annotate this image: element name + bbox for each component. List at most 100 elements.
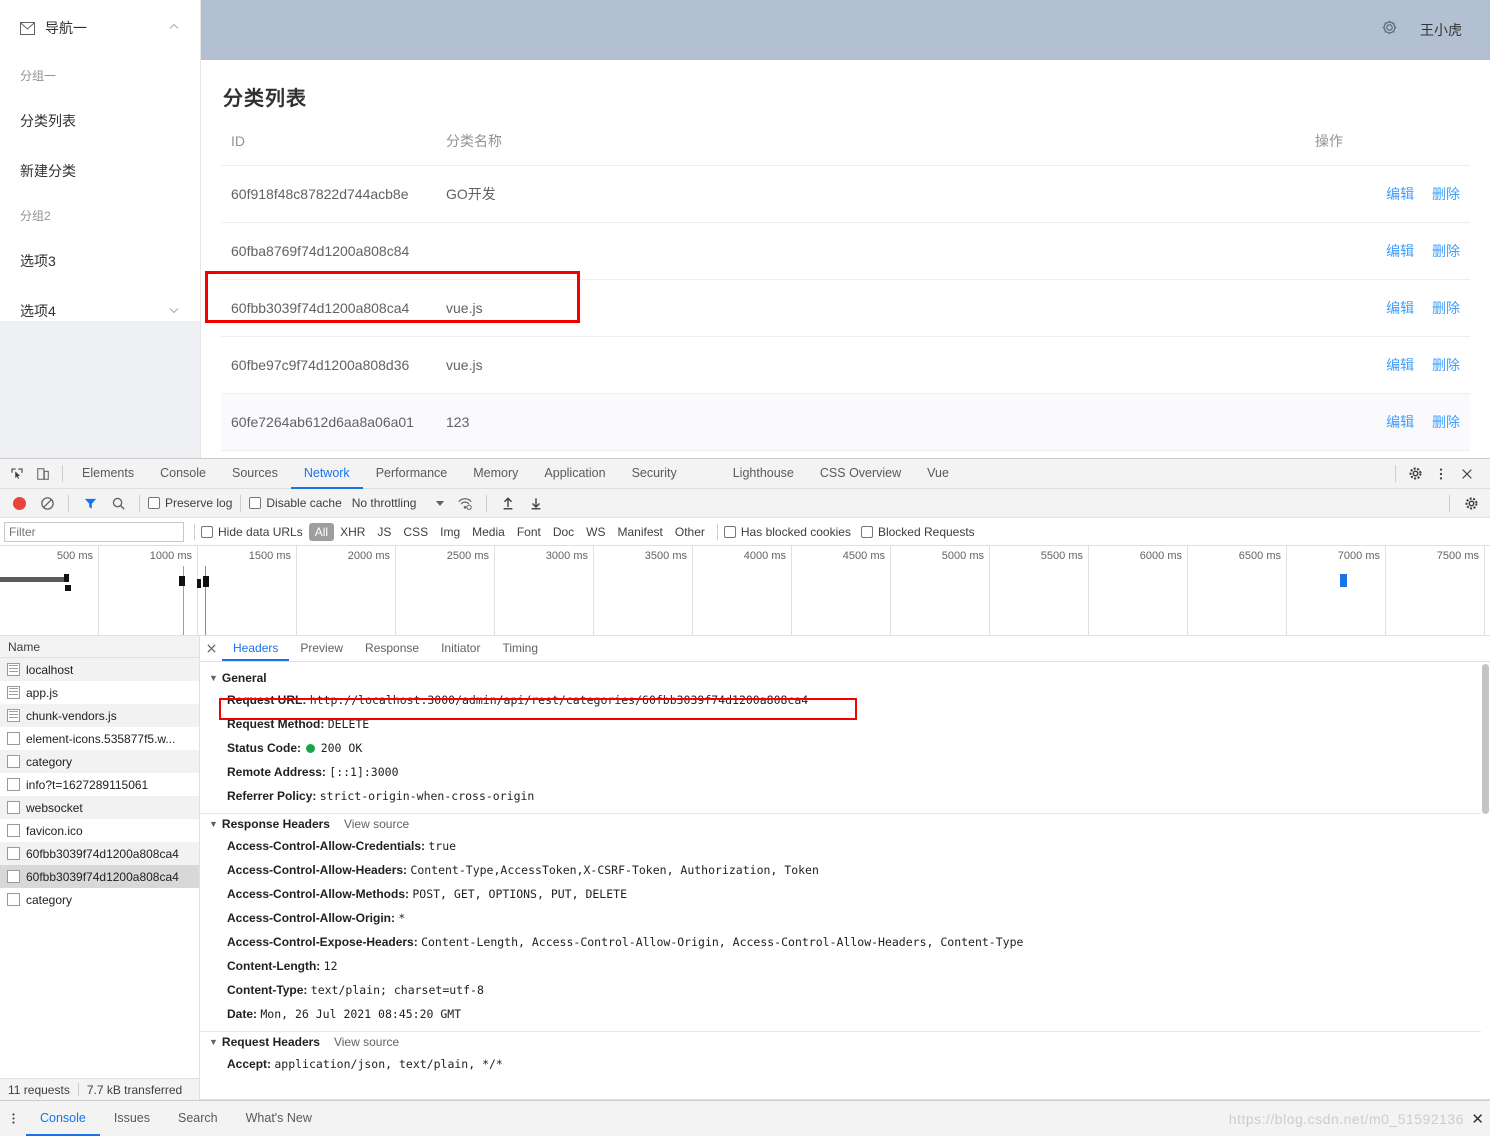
export-har-icon[interactable] [523,491,549,515]
clear-icon[interactable] [34,491,60,515]
toolbar-divider [1449,494,1450,512]
sidebar-item-new-category[interactable]: 新建分类 [0,146,200,196]
delete-button[interactable]: 删除 [1432,414,1460,430]
request-list-item[interactable]: category [0,750,199,773]
file-icon [7,801,20,814]
header-value: http://localhost:3000/admin/api/rest/cat… [309,693,809,707]
filter-type-css[interactable]: CSS [397,523,434,541]
filter-type-ws[interactable]: WS [580,523,611,541]
user-name[interactable]: 王小虎 [1420,20,1462,40]
edit-button[interactable]: 编辑 [1386,414,1414,430]
request-list-item[interactable]: app.js [0,681,199,704]
delete-button[interactable]: 删除 [1432,243,1460,259]
gear-icon[interactable] [1381,19,1398,41]
filter-type-media[interactable]: Media [466,523,511,541]
disable-cache-checkbox[interactable]: Disable cache [249,496,342,510]
tab-application[interactable]: Application [531,459,618,489]
tab-response[interactable]: Response [354,636,430,661]
sidebar-item-option3[interactable]: 选项3 [0,236,200,286]
blocked-requests-checkbox[interactable]: Blocked Requests [860,525,975,539]
filter-icon[interactable] [77,491,103,515]
delete-button[interactable]: 删除 [1432,357,1460,373]
request-list-item[interactable]: localhost [0,658,199,681]
record-icon[interactable] [6,491,32,515]
request-list-item-selected[interactable]: 60fbb3039f74d1200a808ca4 [0,865,199,888]
triangle-down-icon: ▼ [209,819,218,829]
tab-headers[interactable]: Headers [222,636,290,661]
sidebar-group-title-1: 分组一 [20,69,57,83]
filter-type-other[interactable]: Other [669,523,711,541]
request-list-item[interactable]: info?t=1627289115061 [0,773,199,796]
tab-network[interactable]: Network [290,459,363,489]
filter-type-js[interactable]: JS [371,523,397,541]
document-icon [7,663,20,676]
preserve-log-checkbox[interactable]: Preserve log [148,496,232,510]
close-icon[interactable] [1454,462,1480,486]
tab-console[interactable]: Console [147,459,219,489]
watermark-close-icon[interactable]: ✕ [1471,1110,1484,1128]
delete-button[interactable]: 删除 [1432,300,1460,316]
edit-button[interactable]: 编辑 [1386,243,1414,259]
tab-security[interactable]: Security [619,459,690,489]
request-list-item[interactable]: chunk-vendors.js [0,704,199,727]
triangle-down-icon: ▼ [209,1037,218,1047]
gear-icon[interactable] [1402,462,1428,486]
kebab-menu-icon[interactable] [0,1101,26,1136]
drawer-tab-search[interactable]: Search [164,1101,232,1136]
sidebar-submenu-nav1[interactable]: 导航一 [0,0,200,56]
edit-button[interactable]: 编辑 [1386,357,1414,373]
filter-type-doc[interactable]: Doc [547,523,580,541]
throttling-select[interactable]: No throttling [352,496,445,510]
request-list-item[interactable]: favicon.ico [0,819,199,842]
tab-performance[interactable]: Performance [363,459,461,489]
cell-id: 60f918f48c87822d744acb8e [221,165,436,223]
request-list-item[interactable]: websocket [0,796,199,819]
filter-type-all[interactable]: All [308,522,335,541]
search-icon[interactable] [105,491,131,515]
cell-name: vue.js [436,279,1305,337]
view-source-link[interactable]: View source [344,817,409,831]
drawer-tab-issues[interactable]: Issues [100,1101,164,1136]
filter-type-img[interactable]: Img [434,523,466,541]
sidebar-item-category-list[interactable]: 分类列表 [0,96,200,146]
tab-sources[interactable]: Sources [219,459,291,489]
tab-memory[interactable]: Memory [460,459,531,489]
drawer-tab-whats-new[interactable]: What's New [232,1101,326,1136]
request-list-item[interactable]: element-icons.535877f5.w... [0,727,199,750]
network-settings-gear-icon[interactable] [1458,491,1484,515]
hide-data-urls-checkbox[interactable]: Hide data URLs [201,525,303,539]
filter-input[interactable] [4,521,184,542]
header-key: Request URL: [227,693,307,707]
drawer-tab-console[interactable]: Console [26,1101,100,1136]
tab-elements[interactable]: Elements [69,459,147,489]
section-request-headers[interactable]: ▼ Request Headers View source [200,1032,1490,1052]
scrollbar-thumb[interactable] [1482,664,1489,814]
filter-type-font[interactable]: Font [511,523,547,541]
request-list-item[interactable]: category [0,888,199,911]
inspect-element-icon[interactable] [4,462,30,486]
delete-button[interactable]: 删除 [1432,186,1460,202]
edit-button[interactable]: 编辑 [1386,300,1414,316]
request-list-item[interactable]: 60fbb3039f74d1200a808ca4 [0,842,199,865]
has-blocked-cookies-checkbox[interactable]: Has blocked cookies [723,525,851,539]
import-har-icon[interactable] [495,491,521,515]
network-body: Name localhost app.js chunk-vendors.js e… [0,636,1490,1100]
close-icon[interactable] [200,636,222,661]
tab-initiator[interactable]: Initiator [430,636,491,661]
filter-type-manifest[interactable]: Manifest [612,523,669,541]
network-overview-timeline[interactable]: 500 ms 1000 ms 1500 ms 2000 ms 2500 ms 3… [0,546,1490,636]
tab-lighthouse[interactable]: Lighthouse [720,459,807,489]
kebab-menu-icon[interactable] [1428,462,1454,486]
tab-vue[interactable]: Vue [914,459,962,489]
tab-preview[interactable]: Preview [289,636,354,661]
network-conditions-icon[interactable] [452,491,478,515]
detail-scrollbar[interactable] [1481,662,1490,1099]
device-toolbar-icon[interactable] [30,462,56,486]
tab-timing[interactable]: Timing [491,636,549,661]
filter-type-xhr[interactable]: XHR [334,523,371,541]
section-response-headers[interactable]: ▼ Response Headers View source [200,814,1490,834]
tab-css-overview[interactable]: CSS Overview [807,459,914,489]
view-source-link[interactable]: View source [334,1035,399,1049]
section-general[interactable]: ▼ General [200,668,1490,688]
edit-button[interactable]: 编辑 [1386,186,1414,202]
